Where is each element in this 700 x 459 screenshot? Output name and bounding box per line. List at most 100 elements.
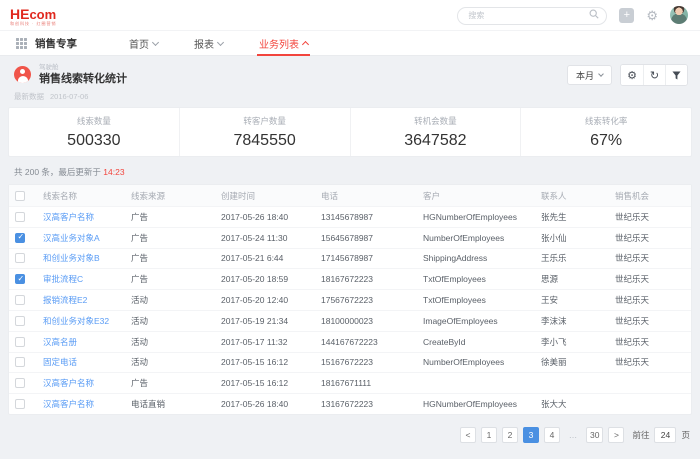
chevron-up-icon [302, 41, 309, 48]
goto-label: 前往 [632, 429, 649, 441]
cell-contact: 思源 [541, 273, 615, 285]
lead-name-link[interactable]: 汉高业务对象A [43, 233, 100, 243]
cell-customer: NumberOfEmployees [423, 357, 541, 367]
row-checkbox[interactable] [15, 316, 25, 326]
lead-name-link[interactable]: 和创业务对象B [43, 253, 100, 263]
search-icon[interactable] [589, 9, 599, 19]
lead-name-link[interactable]: 汉高客户名称 [43, 212, 94, 222]
cell-phone: 18100000023 [321, 316, 423, 326]
stat-leads: 线索数量500330 [9, 108, 179, 156]
tab-reports[interactable]: 报表 [194, 30, 223, 56]
refresh-button[interactable]: ↻ [643, 65, 665, 85]
app-grid-icon[interactable] [16, 38, 27, 49]
prev-page-button[interactable]: < [460, 427, 476, 443]
cell-source: 广告 [131, 377, 221, 389]
latest-data-line: 最新数据2016-07-06 [8, 88, 692, 107]
cell-opportunity: 世纪乐天 [615, 356, 685, 368]
col-created: 创建时间 [221, 190, 321, 202]
page-button-4[interactable]: 4 [544, 427, 560, 443]
row-checkbox[interactable] [15, 212, 25, 222]
search-input[interactable] [457, 7, 607, 25]
col-customer: 客户 [423, 190, 541, 202]
cell-contact: 张大大 [541, 398, 615, 410]
lead-name-link[interactable]: 报销流程E2 [43, 295, 87, 305]
lead-name-link[interactable]: 汉高名册 [43, 337, 77, 347]
page-button-2[interactable]: 2 [502, 427, 518, 443]
chevron-down-icon [152, 38, 159, 45]
lead-name-link[interactable]: 和创业务对象E32 [43, 316, 109, 326]
settings-button[interactable]: ⚙ [621, 65, 643, 85]
lead-name-link[interactable]: 审批流程C [43, 274, 83, 284]
content: 驾驶舱 销售线索转化统计 本月 ⚙ ↻ 最新数据2016-07-06 线索数量5… [0, 56, 700, 443]
tab-home[interactable]: 首页 [129, 30, 158, 56]
global-search [457, 5, 607, 25]
add-button[interactable]: + [619, 8, 634, 23]
period-select[interactable]: 本月 [567, 65, 612, 85]
latest-data-label: 最新数据 [14, 92, 44, 101]
cell-source: 活动 [131, 315, 221, 327]
cell-created: 2017-05-15 16:12 [221, 378, 321, 388]
cell-created: 2017-05-20 18:59 [221, 274, 321, 284]
cell-created: 2017-05-26 18:40 [221, 399, 321, 409]
col-phone: 电话 [321, 190, 423, 202]
cell-opportunity: 世纪乐天 [615, 252, 685, 264]
row-checkbox[interactable] [15, 337, 25, 347]
cell-opportunity: 世纪乐天 [615, 211, 685, 223]
cell-source: 电话直销 [131, 398, 221, 410]
page-button-3[interactable]: 3 [523, 427, 539, 443]
row-checkbox[interactable] [15, 233, 25, 243]
pagination: < 1234 … 30 > 前往 页 [8, 415, 692, 443]
lead-name-link[interactable]: 固定电话 [43, 357, 77, 367]
app-name: 销售专享 [35, 36, 77, 51]
table-row: 汉高业务对象A 广告 2017-05-24 11:30 15645678987 … [9, 227, 691, 248]
row-checkbox[interactable] [15, 399, 25, 409]
cell-customer: HGNumberOfEmployees [423, 212, 541, 222]
lead-name-link[interactable]: 汉高客户名称 [43, 378, 94, 388]
cell-contact: 李小飞 [541, 336, 615, 348]
cell-opportunity: 世纪乐天 [615, 315, 685, 327]
select-all-checkbox[interactable] [15, 191, 25, 201]
cell-contact: 张小仙 [541, 232, 615, 244]
page-button-30[interactable]: 30 [586, 427, 603, 443]
goto-page: 前往 页 [632, 427, 690, 443]
table-row: 和创业务对象B 广告 2017-05-21 6:44 17145678987 S… [9, 248, 691, 269]
row-checkbox[interactable] [15, 253, 25, 263]
tab-business-list[interactable]: 业务列表 [259, 30, 308, 56]
leads-table: 线索名称 线索来源 创建时间 电话 客户 联系人 销售机会 汉高客户名称 广告 … [8, 184, 692, 415]
cell-phone: 144167672223 [321, 337, 423, 347]
cell-created: 2017-05-17 11:32 [221, 337, 321, 347]
stat-conversion-rate: 线索转化率67% [520, 108, 691, 156]
pagination-pages: 1234 … 30 [481, 427, 603, 443]
next-page-button[interactable]: > [608, 427, 624, 443]
cell-created: 2017-05-24 11:30 [221, 233, 321, 243]
cell-customer: TxtOfEmployees [423, 295, 541, 305]
row-checkbox[interactable] [15, 274, 25, 284]
user-avatar[interactable] [670, 6, 688, 24]
row-checkbox[interactable] [15, 295, 25, 305]
goto-page-input[interactable] [654, 427, 676, 443]
cell-customer: ImageOfEmployees [423, 316, 541, 326]
cell-created: 2017-05-21 6:44 [221, 253, 321, 263]
cell-source: 活动 [131, 356, 221, 368]
page-ellipsis: … [565, 427, 581, 443]
cell-source: 广告 [131, 273, 221, 285]
lead-name-link[interactable]: 汉高客户名称 [43, 399, 94, 409]
col-opportunity: 销售机会 [615, 190, 685, 202]
filter-button[interactable] [665, 65, 687, 85]
cell-contact: 徐美丽 [541, 356, 615, 368]
table-body: 汉高客户名称 广告 2017-05-26 18:40 13145678987 H… [9, 206, 691, 414]
col-contact: 联系人 [541, 190, 615, 202]
cell-customer: CreateById [423, 337, 541, 347]
settings-gear-icon[interactable]: ⚙ [646, 9, 658, 22]
gear-icon: ⚙ [627, 69, 637, 82]
cell-contact: 李沫沫 [541, 315, 615, 327]
row-checkbox[interactable] [15, 378, 25, 388]
row-checkbox[interactable] [15, 357, 25, 367]
table-row: 报销流程E2 活动 2017-05-20 12:40 17567672223 T… [9, 289, 691, 310]
table-row: 固定电话 活动 2017-05-15 16:12 15167672223 Num… [9, 352, 691, 373]
scope-label: 驾驶舱 [39, 64, 127, 71]
cell-source: 广告 [131, 252, 221, 264]
cell-phone: 18167672223 [321, 274, 423, 284]
col-lead-name: 线索名称 [43, 190, 131, 202]
page-button-1[interactable]: 1 [481, 427, 497, 443]
